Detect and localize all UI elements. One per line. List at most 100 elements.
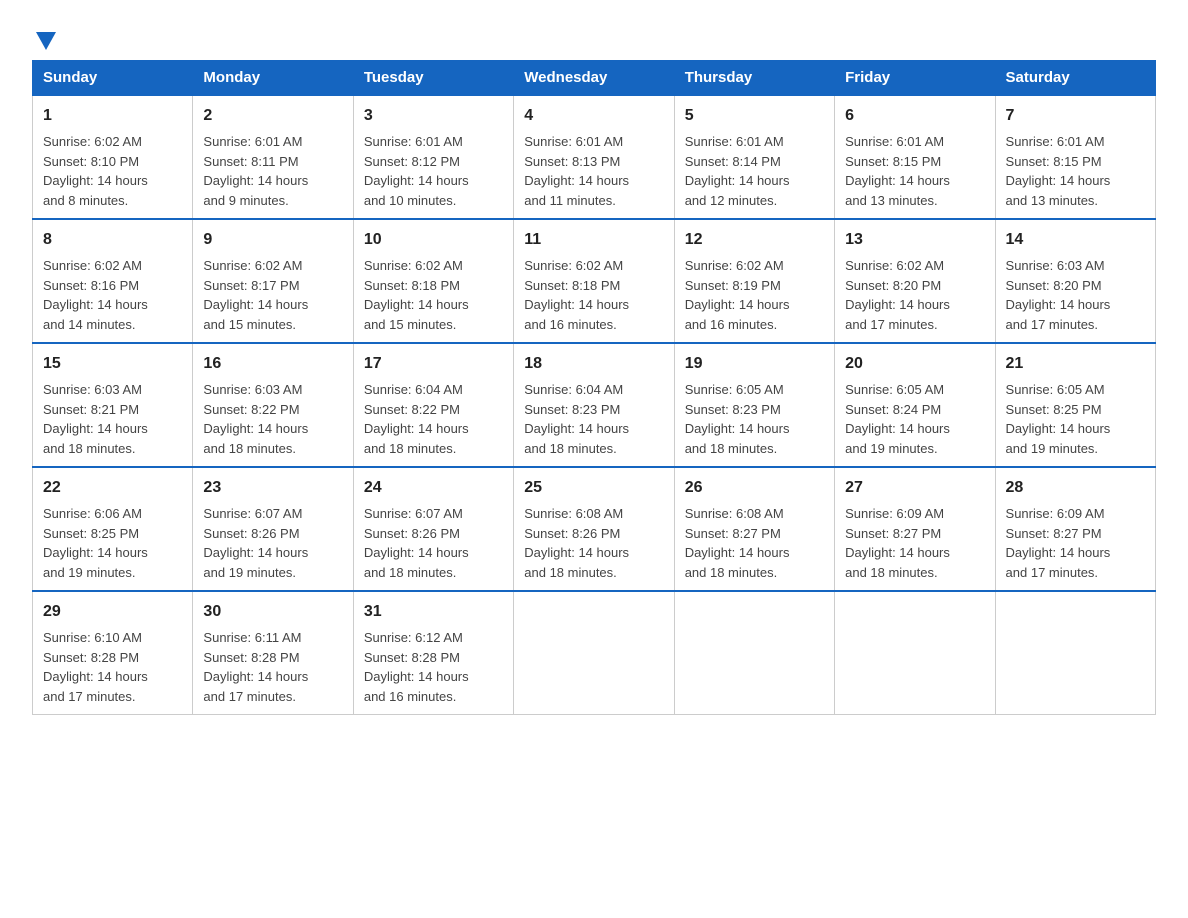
calendar-day-cell: 18 Sunrise: 6:04 AM Sunset: 8:23 PM Dayl… [514, 343, 674, 467]
day-number: 8 [43, 228, 182, 252]
calendar-day-cell: 29 Sunrise: 6:10 AM Sunset: 8:28 PM Dayl… [33, 591, 193, 715]
day-number: 16 [203, 352, 342, 376]
day-info: Sunrise: 6:11 AM Sunset: 8:28 PM Dayligh… [203, 630, 308, 704]
day-info: Sunrise: 6:09 AM Sunset: 8:27 PM Dayligh… [1006, 506, 1111, 580]
day-info: Sunrise: 6:07 AM Sunset: 8:26 PM Dayligh… [203, 506, 308, 580]
calendar-day-cell: 20 Sunrise: 6:05 AM Sunset: 8:24 PM Dayl… [835, 343, 995, 467]
calendar-day-cell: 1 Sunrise: 6:02 AM Sunset: 8:10 PM Dayli… [33, 95, 193, 219]
day-info: Sunrise: 6:03 AM Sunset: 8:20 PM Dayligh… [1006, 258, 1111, 332]
day-number: 13 [845, 228, 984, 252]
day-number: 24 [364, 476, 503, 500]
column-header-tuesday: Tuesday [353, 61, 513, 96]
calendar-day-cell [835, 591, 995, 715]
calendar-day-cell [995, 591, 1155, 715]
calendar-day-cell: 9 Sunrise: 6:02 AM Sunset: 8:17 PM Dayli… [193, 219, 353, 343]
calendar-week-row: 15 Sunrise: 6:03 AM Sunset: 8:21 PM Dayl… [33, 343, 1156, 467]
calendar-day-cell [514, 591, 674, 715]
day-info: Sunrise: 6:09 AM Sunset: 8:27 PM Dayligh… [845, 506, 950, 580]
day-number: 14 [1006, 228, 1145, 252]
day-info: Sunrise: 6:02 AM Sunset: 8:16 PM Dayligh… [43, 258, 148, 332]
day-number: 19 [685, 352, 824, 376]
day-number: 27 [845, 476, 984, 500]
day-info: Sunrise: 6:02 AM Sunset: 8:10 PM Dayligh… [43, 134, 148, 208]
column-header-saturday: Saturday [995, 61, 1155, 96]
calendar-day-cell: 7 Sunrise: 6:01 AM Sunset: 8:15 PM Dayli… [995, 95, 1155, 219]
day-info: Sunrise: 6:05 AM Sunset: 8:24 PM Dayligh… [845, 382, 950, 456]
calendar-day-cell: 10 Sunrise: 6:02 AM Sunset: 8:18 PM Dayl… [353, 219, 513, 343]
calendar-day-cell: 4 Sunrise: 6:01 AM Sunset: 8:13 PM Dayli… [514, 95, 674, 219]
day-info: Sunrise: 6:12 AM Sunset: 8:28 PM Dayligh… [364, 630, 469, 704]
day-info: Sunrise: 6:05 AM Sunset: 8:23 PM Dayligh… [685, 382, 790, 456]
calendar-day-cell: 25 Sunrise: 6:08 AM Sunset: 8:26 PM Dayl… [514, 467, 674, 591]
calendar-header-row: SundayMondayTuesdayWednesdayThursdayFrid… [33, 61, 1156, 96]
calendar-day-cell: 28 Sunrise: 6:09 AM Sunset: 8:27 PM Dayl… [995, 467, 1155, 591]
day-number: 20 [845, 352, 984, 376]
day-number: 15 [43, 352, 182, 376]
calendar-table: SundayMondayTuesdayWednesdayThursdayFrid… [32, 60, 1156, 715]
calendar-day-cell: 23 Sunrise: 6:07 AM Sunset: 8:26 PM Dayl… [193, 467, 353, 591]
day-info: Sunrise: 6:04 AM Sunset: 8:22 PM Dayligh… [364, 382, 469, 456]
calendar-day-cell: 27 Sunrise: 6:09 AM Sunset: 8:27 PM Dayl… [835, 467, 995, 591]
day-info: Sunrise: 6:03 AM Sunset: 8:21 PM Dayligh… [43, 382, 148, 456]
day-info: Sunrise: 6:04 AM Sunset: 8:23 PM Dayligh… [524, 382, 629, 456]
day-info: Sunrise: 6:03 AM Sunset: 8:22 PM Dayligh… [203, 382, 308, 456]
day-info: Sunrise: 6:08 AM Sunset: 8:26 PM Dayligh… [524, 506, 629, 580]
column-header-sunday: Sunday [33, 61, 193, 96]
calendar-week-row: 29 Sunrise: 6:10 AM Sunset: 8:28 PM Dayl… [33, 591, 1156, 715]
calendar-week-row: 8 Sunrise: 6:02 AM Sunset: 8:16 PM Dayli… [33, 219, 1156, 343]
column-header-friday: Friday [835, 61, 995, 96]
calendar-day-cell: 17 Sunrise: 6:04 AM Sunset: 8:22 PM Dayl… [353, 343, 513, 467]
day-number: 11 [524, 228, 663, 252]
calendar-day-cell: 31 Sunrise: 6:12 AM Sunset: 8:28 PM Dayl… [353, 591, 513, 715]
day-info: Sunrise: 6:06 AM Sunset: 8:25 PM Dayligh… [43, 506, 148, 580]
day-number: 3 [364, 104, 503, 128]
day-number: 31 [364, 600, 503, 624]
day-number: 2 [203, 104, 342, 128]
day-number: 23 [203, 476, 342, 500]
day-number: 12 [685, 228, 824, 252]
day-info: Sunrise: 6:08 AM Sunset: 8:27 PM Dayligh… [685, 506, 790, 580]
logo-triangle-icon [36, 32, 56, 50]
calendar-day-cell: 19 Sunrise: 6:05 AM Sunset: 8:23 PM Dayl… [674, 343, 834, 467]
calendar-day-cell: 13 Sunrise: 6:02 AM Sunset: 8:20 PM Dayl… [835, 219, 995, 343]
calendar-day-cell: 3 Sunrise: 6:01 AM Sunset: 8:12 PM Dayli… [353, 95, 513, 219]
day-info: Sunrise: 6:01 AM Sunset: 8:15 PM Dayligh… [845, 134, 950, 208]
calendar-day-cell: 16 Sunrise: 6:03 AM Sunset: 8:22 PM Dayl… [193, 343, 353, 467]
day-info: Sunrise: 6:01 AM Sunset: 8:13 PM Dayligh… [524, 134, 629, 208]
day-number: 21 [1006, 352, 1145, 376]
calendar-day-cell: 21 Sunrise: 6:05 AM Sunset: 8:25 PM Dayl… [995, 343, 1155, 467]
calendar-day-cell: 11 Sunrise: 6:02 AM Sunset: 8:18 PM Dayl… [514, 219, 674, 343]
day-info: Sunrise: 6:07 AM Sunset: 8:26 PM Dayligh… [364, 506, 469, 580]
calendar-day-cell: 15 Sunrise: 6:03 AM Sunset: 8:21 PM Dayl… [33, 343, 193, 467]
page-header [32, 24, 1156, 48]
day-info: Sunrise: 6:02 AM Sunset: 8:18 PM Dayligh… [364, 258, 469, 332]
day-number: 7 [1006, 104, 1145, 128]
day-info: Sunrise: 6:01 AM Sunset: 8:14 PM Dayligh… [685, 134, 790, 208]
day-number: 30 [203, 600, 342, 624]
column-header-thursday: Thursday [674, 61, 834, 96]
day-number: 1 [43, 104, 182, 128]
calendar-day-cell: 6 Sunrise: 6:01 AM Sunset: 8:15 PM Dayli… [835, 95, 995, 219]
day-info: Sunrise: 6:01 AM Sunset: 8:12 PM Dayligh… [364, 134, 469, 208]
day-number: 18 [524, 352, 663, 376]
day-info: Sunrise: 6:05 AM Sunset: 8:25 PM Dayligh… [1006, 382, 1111, 456]
day-number: 9 [203, 228, 342, 252]
calendar-day-cell: 8 Sunrise: 6:02 AM Sunset: 8:16 PM Dayli… [33, 219, 193, 343]
day-info: Sunrise: 6:02 AM Sunset: 8:18 PM Dayligh… [524, 258, 629, 332]
day-number: 29 [43, 600, 182, 624]
calendar-week-row: 22 Sunrise: 6:06 AM Sunset: 8:25 PM Dayl… [33, 467, 1156, 591]
calendar-day-cell: 12 Sunrise: 6:02 AM Sunset: 8:19 PM Dayl… [674, 219, 834, 343]
calendar-day-cell: 5 Sunrise: 6:01 AM Sunset: 8:14 PM Dayli… [674, 95, 834, 219]
day-number: 6 [845, 104, 984, 128]
day-info: Sunrise: 6:10 AM Sunset: 8:28 PM Dayligh… [43, 630, 148, 704]
day-number: 4 [524, 104, 663, 128]
day-number: 22 [43, 476, 182, 500]
day-number: 10 [364, 228, 503, 252]
day-info: Sunrise: 6:01 AM Sunset: 8:15 PM Dayligh… [1006, 134, 1111, 208]
calendar-day-cell: 30 Sunrise: 6:11 AM Sunset: 8:28 PM Dayl… [193, 591, 353, 715]
day-number: 25 [524, 476, 663, 500]
calendar-day-cell [674, 591, 834, 715]
day-number: 26 [685, 476, 824, 500]
day-info: Sunrise: 6:02 AM Sunset: 8:19 PM Dayligh… [685, 258, 790, 332]
calendar-day-cell: 26 Sunrise: 6:08 AM Sunset: 8:27 PM Dayl… [674, 467, 834, 591]
